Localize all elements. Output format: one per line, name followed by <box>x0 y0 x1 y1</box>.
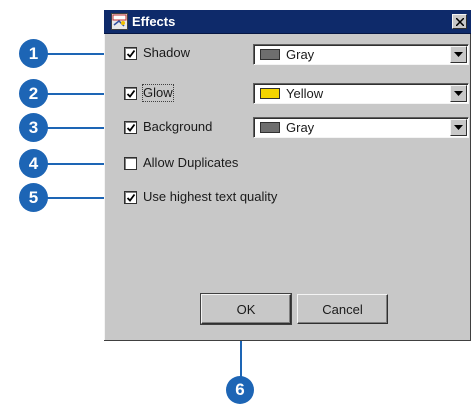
shadow-label: Shadow <box>143 45 190 60</box>
chevron-down-icon <box>454 52 463 57</box>
text-quality-checkbox[interactable] <box>124 191 137 204</box>
glow-color-value: Yellow <box>286 86 324 101</box>
background-checkbox[interactable] <box>124 121 137 134</box>
callout-5: 5 <box>19 183 48 212</box>
color-swatch <box>260 122 280 133</box>
close-button[interactable] <box>452 14 467 29</box>
checkmark-icon <box>126 193 136 202</box>
shadow-color-value: Gray <box>286 47 315 62</box>
callout-2: 2 <box>19 79 48 108</box>
callout-1: 1 <box>19 39 48 68</box>
title-bar: Effects <box>104 10 471 34</box>
chevron-down-icon <box>454 125 463 130</box>
background-label: Background <box>143 119 213 134</box>
glow-label: Glow <box>142 84 174 102</box>
close-icon <box>456 18 464 26</box>
checkmark-icon <box>126 89 136 98</box>
effects-app-icon <box>111 13 128 30</box>
effects-dialog: Effects Shadow Gray Glow Yellow Backgrou… <box>104 10 471 341</box>
shadow-color-select[interactable]: Gray <box>253 44 469 65</box>
callout-4: 4 <box>19 149 48 178</box>
allow-duplicates-label: Allow Duplicates <box>143 155 239 170</box>
dropdown-arrow-button[interactable] <box>450 46 467 63</box>
checkmark-icon <box>126 123 136 132</box>
background-color-select[interactable]: Gray <box>253 117 469 138</box>
chevron-down-icon <box>454 91 463 96</box>
color-swatch <box>260 49 280 60</box>
background-color-value: Gray <box>286 120 315 135</box>
cancel-button[interactable]: Cancel <box>297 294 388 324</box>
shadow-checkbox[interactable] <box>124 47 137 60</box>
ok-button[interactable]: OK <box>200 293 292 325</box>
window-title: Effects <box>132 14 176 29</box>
callout-3: 3 <box>19 113 48 142</box>
glow-color-select[interactable]: Yellow <box>253 83 469 104</box>
allow-duplicates-checkbox[interactable] <box>124 157 137 170</box>
text-quality-label: Use highest text quality <box>143 189 278 204</box>
callout-6: 6 <box>226 376 254 404</box>
glow-checkbox[interactable] <box>124 87 137 100</box>
color-swatch <box>260 88 280 99</box>
dropdown-arrow-button[interactable] <box>450 85 467 102</box>
dropdown-arrow-button[interactable] <box>450 119 467 136</box>
checkmark-icon <box>126 49 136 58</box>
